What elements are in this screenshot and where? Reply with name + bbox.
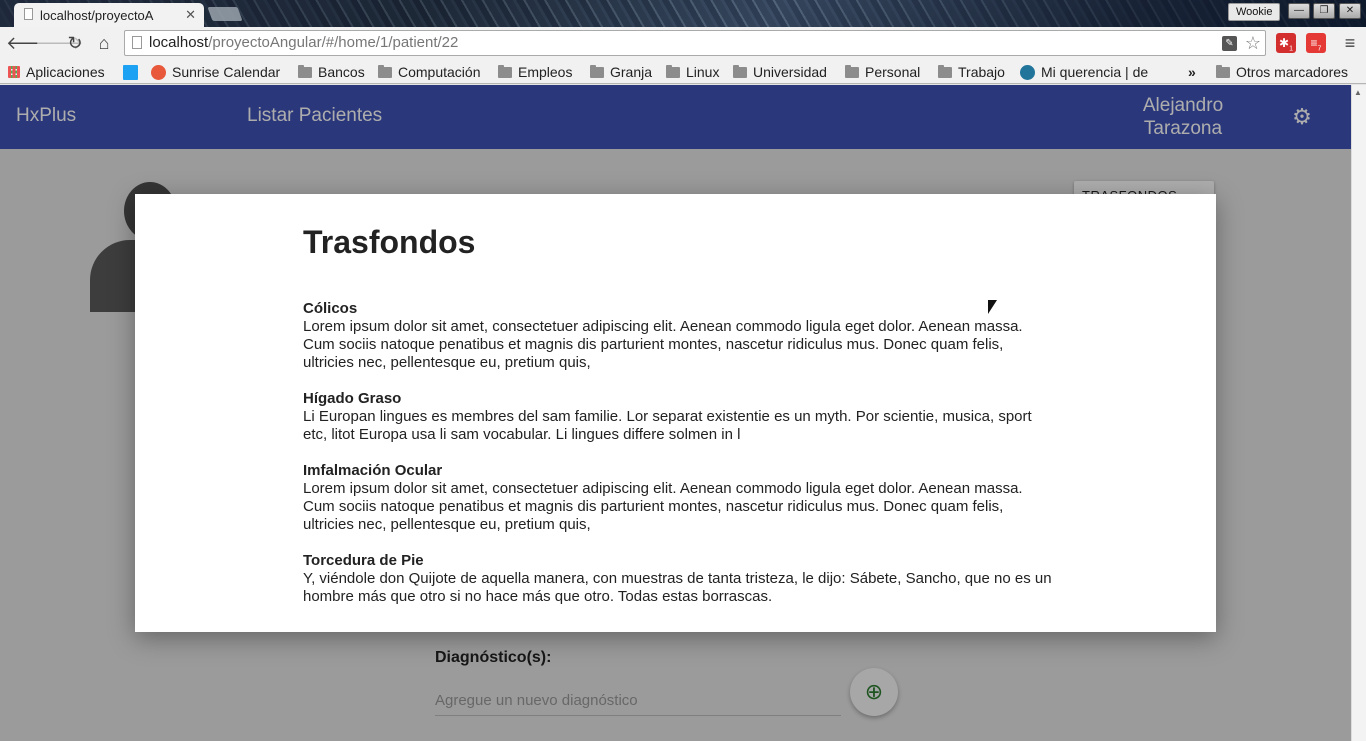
close-tab-icon[interactable]: ✕ <box>185 7 196 23</box>
bookmark-twitter[interactable] <box>123 62 144 82</box>
background-entry: Cólicos Lorem ipsum dolor sit amet, cons… <box>303 300 1053 372</box>
bookmarks-overflow-icon[interactable]: » <box>1188 62 1196 82</box>
bookmark-folder-universidad[interactable]: Universidad <box>733 62 827 82</box>
bookmark-folder-bancos[interactable]: Bancos <box>298 62 365 82</box>
url-path: /proyectoAngular/#/home/1/patient/22 <box>208 34 459 51</box>
background-name: Imfalmación Ocular <box>303 462 443 479</box>
bookmarks-bar: Aplicaciones Sunrise Calendar Bancos Com… <box>0 59 1366 84</box>
bookmark-folder-granja[interactable]: Granja <box>590 62 652 82</box>
reload-icon[interactable]: ↻ <box>64 32 86 54</box>
bookmark-label: Bancos <box>318 64 365 80</box>
apps-grid-icon <box>8 66 20 78</box>
bookmark-label: Sunrise Calendar <box>172 64 281 80</box>
mouse-cursor-icon <box>988 300 997 314</box>
bookmark-label: Universidad <box>753 64 827 80</box>
folder-icon <box>1216 64 1230 78</box>
bookmark-apps[interactable]: Aplicaciones <box>8 62 105 82</box>
bookmark-label: Aplicaciones <box>26 64 105 80</box>
bookmark-folder-computacion[interactable]: Computación <box>378 62 481 82</box>
tab-strip: localhost/proyectoA ✕ Wookie — ❐ ✕ <box>0 0 1366 27</box>
background-entry: Hígado Graso Li Europan lingues es membr… <box>303 390 1053 444</box>
new-tab-button[interactable] <box>207 7 243 21</box>
bookmark-sunrise[interactable]: Sunrise Calendar <box>151 62 280 82</box>
minimize-button[interactable]: — <box>1288 3 1310 19</box>
url-host: localhost <box>149 34 209 51</box>
forward-icon[interactable]: 🡒 <box>35 32 83 54</box>
bookmark-label: Trabajo <box>958 64 1005 80</box>
folder-icon <box>378 64 392 78</box>
todoist-icon[interactable]: ≡7 <box>1306 33 1326 53</box>
background-description: Li Europan lingues es membres del sam fa… <box>303 408 1032 443</box>
bookmark-label: Linux <box>686 64 720 80</box>
bookmark-label: Personal <box>865 64 921 80</box>
restore-button[interactable]: ❐ <box>1313 3 1335 19</box>
browser-toolbar: 🡐 🡒 ↻ ⌂ localhost/proyectoAngular/#/home… <box>0 27 1366 59</box>
bookmark-folder-other[interactable]: Otros marcadores <box>1216 62 1348 82</box>
background-description: Lorem ipsum dolor sit amet, consectetuer… <box>303 318 1023 371</box>
folder-icon <box>845 64 859 78</box>
background-entry: Imfalmación Ocular Lorem ipsum dolor sit… <box>303 462 1053 534</box>
extension-badge: 7 <box>1317 45 1322 53</box>
bookmark-folder-empleos[interactable]: Empleos <box>498 62 572 82</box>
back-icon[interactable]: 🡐 <box>6 32 54 54</box>
extension-badge: 1 <box>1289 45 1293 53</box>
bookmark-folder-linux[interactable]: Linux <box>666 62 719 82</box>
folder-icon <box>590 64 604 78</box>
menu-icon[interactable]: ≡ <box>1340 32 1360 54</box>
background-name: Cólicos <box>303 300 358 317</box>
browser-chrome: localhost/proyectoA ✕ Wookie — ❐ ✕ 🡐 🡒 ↻… <box>0 0 1366 84</box>
bookmark-label: Empleos <box>518 64 573 80</box>
extension-icon[interactable]: ✱1 <box>1276 33 1296 53</box>
folder-icon <box>938 64 952 78</box>
page-icon <box>24 8 33 20</box>
background-description: Y, viéndole don Quijote de aquella maner… <box>303 570 1052 605</box>
bookmark-label: Otros marcadores <box>1236 64 1349 80</box>
address-bar[interactable]: localhost/proyectoAngular/#/home/1/patie… <box>124 30 1266 56</box>
home-icon[interactable]: ⌂ <box>93 32 115 54</box>
backgrounds-dialog: Trasfondos Cólicos Lorem ipsum dolor sit… <box>135 194 1216 632</box>
twitter-icon <box>123 64 138 80</box>
wordpress-icon <box>1020 64 1035 80</box>
scroll-up-arrow-icon[interactable]: ▲ <box>1354 88 1362 97</box>
bookmark-label: Computación <box>398 64 481 80</box>
browser-tab[interactable]: localhost/proyectoA ✕ <box>14 3 204 27</box>
profile-button[interactable]: Wookie <box>1228 3 1281 21</box>
page-scrollbar[interactable] <box>1351 85 1366 741</box>
background-name: Torcedura de Pie <box>303 552 424 569</box>
bookmark-label: Mi querencia | de <box>1041 64 1149 80</box>
folder-icon <box>733 64 747 78</box>
background-entry: Torcedura de Pie Y, viéndole don Quijote… <box>303 552 1053 606</box>
bookmark-folder-personal[interactable]: Personal <box>845 62 920 82</box>
background-description: Lorem ipsum dolor sit amet, consectetuer… <box>303 480 1023 533</box>
folder-icon <box>298 64 312 78</box>
bookmark-label: Granja <box>610 64 653 80</box>
folder-icon <box>666 64 680 78</box>
dialog-content: Trasfondos Cólicos Lorem ipsum dolor sit… <box>303 224 1053 624</box>
dialog-title: Trasfondos <box>303 224 476 260</box>
tab-title: localhost/proyectoA <box>40 7 154 23</box>
page-icon <box>132 36 142 49</box>
bookmark-mi-querencia[interactable]: Mi querencia | de <box>1020 62 1148 82</box>
folder-icon <box>498 64 512 78</box>
close-window-button[interactable]: ✕ <box>1339 3 1361 19</box>
sunrise-icon <box>151 64 166 80</box>
bookmark-folder-trabajo[interactable]: Trabajo <box>938 62 1005 82</box>
background-name: Hígado Graso <box>303 390 402 407</box>
wrench-icon[interactable]: ✎ <box>1222 36 1237 51</box>
bookmark-star-icon[interactable]: ☆ <box>1245 31 1261 55</box>
